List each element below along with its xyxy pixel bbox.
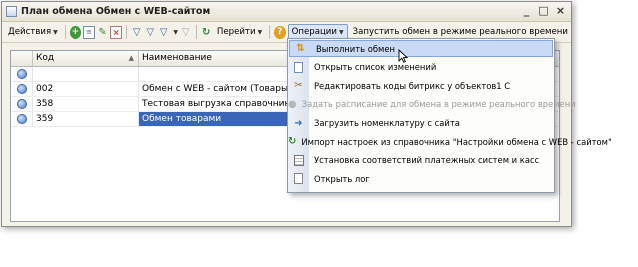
operations-label: Операции <box>291 26 337 37</box>
window-controls: _ □ × <box>520 3 567 18</box>
toolbar-separator <box>269 25 271 39</box>
menu-item-label: Выполнить обмен <box>316 43 395 54</box>
column-header-label: Код <box>36 53 55 63</box>
clock-icon: ● <box>288 98 297 110</box>
sort-ascending-icon: ▲ <box>128 54 134 62</box>
exchange-node-icon <box>16 114 27 124</box>
menu-item-label: Импорт настроек из справочника "Настройк… <box>301 136 612 147</box>
actions-label: Действия <box>8 26 52 37</box>
name-cell[interactable]: Тестовая выгрузка справочников <box>139 97 289 111</box>
menu-item-label: Загрузить номенклатуру с сайта <box>314 118 460 129</box>
row-icon-cell <box>11 67 33 81</box>
goto-label: Перейти <box>216 26 256 37</box>
changes-list-icon <box>288 58 309 76</box>
menu-item-edit-bitrix-codes[interactable]: ✂ Редактировать коды битрикс у объектов1… <box>288 77 554 96</box>
menu-item-set-schedule: ● Задать расписание для обмена в режиме … <box>288 95 576 114</box>
name-cell[interactable] <box>139 67 289 81</box>
refresh-icon[interactable]: ↻ <box>200 26 211 39</box>
dropdown-arrow-icon: ▼ <box>257 28 263 36</box>
code-cell[interactable]: 359 <box>33 112 139 126</box>
column-header-code[interactable]: Код ▲ <box>33 51 139 66</box>
code-cell[interactable]: 002 <box>33 82 139 96</box>
row-icon-cell <box>11 97 33 111</box>
name-cell[interactable]: Обмен товарами <box>139 112 289 126</box>
filter-icon[interactable]: ▽ <box>131 26 142 39</box>
icon-column-header <box>11 51 33 66</box>
run-exchange-icon: ⇅ <box>296 43 305 54</box>
dropdown-arrow-icon: ▼ <box>53 28 58 36</box>
menu-item-label: Открыть список изменений <box>314 62 437 73</box>
exchange-node-icon <box>16 84 27 94</box>
log-icon <box>288 170 309 188</box>
menu-item-label: Задать расписание для обмена в режиме ре… <box>301 99 576 110</box>
clear-filter-icon[interactable]: ▽ <box>180 26 191 39</box>
operations-dropdown-menu: ⇅ Выполнить обмен Открыть список изменен… <box>287 38 612 193</box>
menu-item-open-log[interactable]: Открыть лог <box>288 170 554 189</box>
menu-item-open-changes[interactable]: Открыть список изменений <box>288 58 554 77</box>
row-icon-cell <box>11 112 33 126</box>
menu-item-payment-mapping[interactable]: Установка соответствий платежных систем … <box>288 151 554 170</box>
minimize-button[interactable]: _ <box>520 3 533 18</box>
code-cell[interactable] <box>33 67 139 81</box>
table-icon <box>288 151 309 169</box>
toolbar-separator <box>126 25 127 39</box>
code-cell[interactable]: 358 <box>33 97 139 111</box>
copy-icon[interactable]: ≡ <box>83 25 95 39</box>
download-icon: ➜ <box>294 117 303 129</box>
row-icon-cell <box>11 82 33 96</box>
filter-dropdown-icon[interactable]: ▽ <box>158 26 169 39</box>
menu-item-label: Открыть лог <box>314 173 370 184</box>
window-icon <box>6 6 17 17</box>
tools-icon: ✂ <box>294 80 303 92</box>
menu-item-label: Редактировать коды битрикс у объектов1 С <box>314 80 511 91</box>
menu-item-load-nomenclature[interactable]: ➜ Загрузить номенклатуру с сайта <box>288 114 554 133</box>
filter-settings-icon[interactable]: ▽ <box>144 26 155 39</box>
actions-menu-button[interactable]: Действия ▼ <box>5 24 61 41</box>
close-button[interactable]: × <box>554 3 567 18</box>
maximize-button[interactable]: □ <box>537 3 550 18</box>
column-header-name[interactable]: Наименование <box>139 51 289 66</box>
delete-icon[interactable]: × <box>110 25 123 39</box>
toolbar-separator <box>195 25 197 39</box>
title-bar: План обмена Обмен с WEB-сайтом _ □ × <box>2 2 571 22</box>
menu-item-label: Установка соответствий платежных систем … <box>314 155 540 166</box>
help-icon[interactable]: ? <box>274 25 286 39</box>
menu-item-import-settings[interactable]: ↻ Импорт настроек из справочника "Настро… <box>288 132 612 151</box>
edit-icon[interactable]: ✎ <box>97 26 108 39</box>
dropdown-arrow-icon[interactable]: ▼ <box>173 29 178 36</box>
exchange-node-icon <box>16 99 27 109</box>
menu-item-run-exchange[interactable]: ⇅ Выполнить обмен <box>289 40 553 57</box>
goto-menu-button[interactable]: Перейти ▼ <box>214 24 265 41</box>
exchange-node-icon <box>16 69 27 79</box>
name-cell[interactable]: Обмен с WEB - сайтом (Товары и Заказ <box>139 82 289 96</box>
mouse-cursor-icon <box>398 49 408 63</box>
add-icon[interactable]: + <box>69 25 82 39</box>
toolbar-separator <box>64 25 66 39</box>
dropdown-arrow-icon: ▼ <box>338 28 344 36</box>
import-icon: ↻ <box>288 136 297 148</box>
window-title: План обмена Обмен с WEB-сайтом <box>21 6 211 17</box>
